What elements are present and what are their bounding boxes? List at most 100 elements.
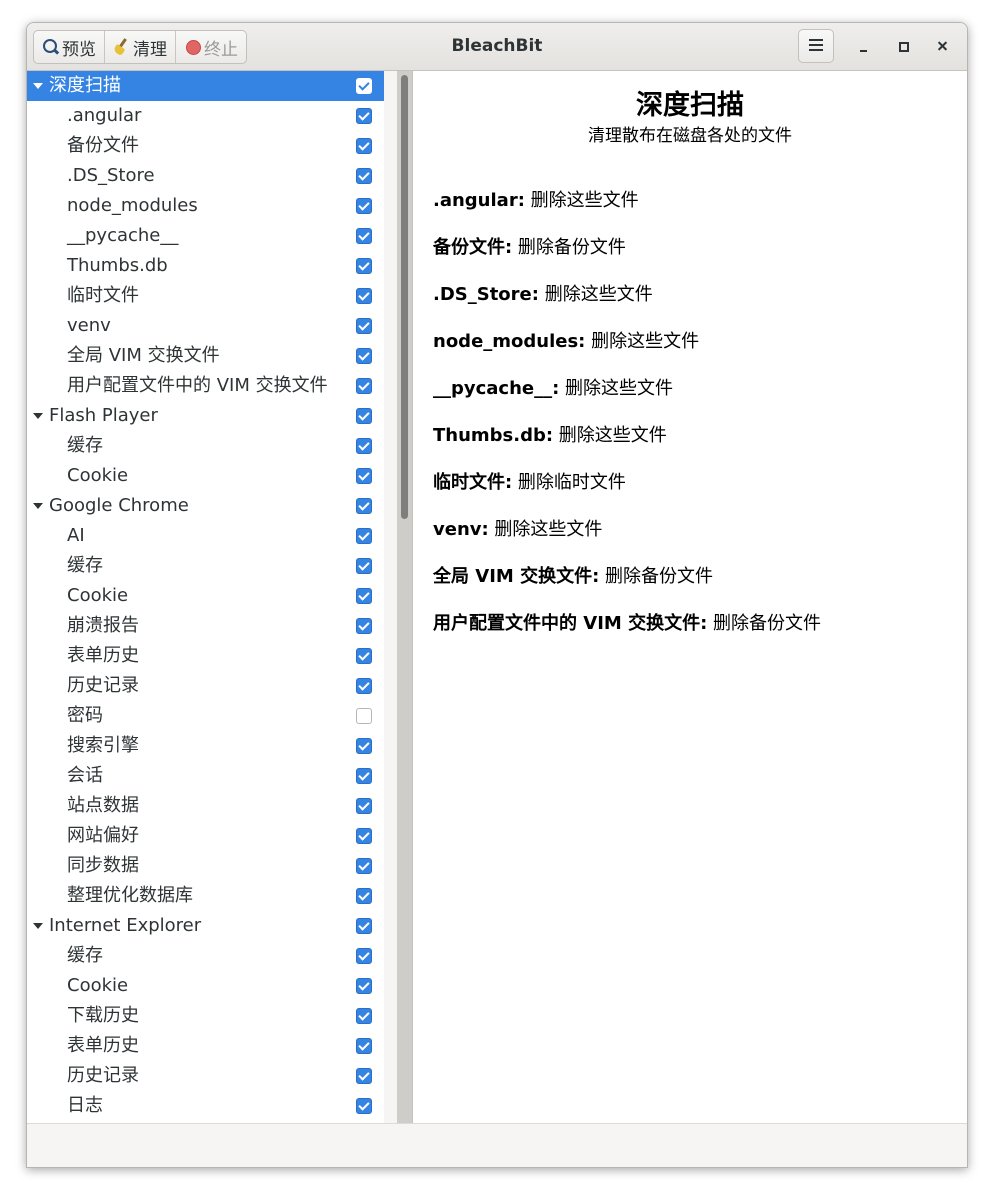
tree-option-row[interactable]: 密码 <box>27 701 384 731</box>
tree-row-checkbox[interactable] <box>356 828 372 844</box>
tree-row-checkbox[interactable] <box>356 138 372 154</box>
tree-row-checkbox[interactable] <box>356 408 372 424</box>
tree-option-row[interactable]: 表单历史 <box>27 641 384 671</box>
tree-row-checkbox[interactable] <box>356 108 372 124</box>
tree-row-checkbox[interactable] <box>356 558 372 574</box>
tree-option-row[interactable]: 同步数据 <box>27 851 384 881</box>
tree-scrollbar[interactable] <box>397 71 412 1123</box>
tree-row-checkbox[interactable] <box>356 738 372 754</box>
minimize-button[interactable] <box>850 33 876 59</box>
hamburger-icon <box>809 39 823 41</box>
tree-category-row[interactable]: Google Chrome <box>27 491 384 521</box>
tree-row-checkbox[interactable] <box>356 918 372 934</box>
tree-row-label: 同步数据 <box>67 855 139 876</box>
tree-row-checkbox[interactable] <box>356 528 372 544</box>
tree-option-row[interactable]: 整理优化数据库 <box>27 881 384 911</box>
tree-category-row[interactable]: Internet Explorer <box>27 911 384 941</box>
tree-row-checkbox[interactable] <box>356 198 372 214</box>
tree-option-row[interactable]: 备份文件 <box>27 131 384 161</box>
detail-item: 临时文件: 删除临时文件 <box>433 468 821 515</box>
menu-button[interactable] <box>798 29 834 63</box>
tree-option-row[interactable]: 历史记录 <box>27 1061 384 1091</box>
expander-triangle-icon[interactable] <box>33 503 43 509</box>
tree-option-row[interactable]: 用户配置文件中的 VIM 交换文件 <box>27 371 384 401</box>
tree-row-checkbox[interactable] <box>356 978 372 994</box>
detail-item-desc: 删除备份文件 <box>512 237 626 258</box>
tree-row-checkbox[interactable] <box>356 438 372 454</box>
tree-option-row[interactable]: Thumbs.db <box>27 251 384 281</box>
tree-option-row[interactable]: 缓存 <box>27 551 384 581</box>
tree-option-row[interactable]: 缓存 <box>27 431 384 461</box>
detail-item-desc: 删除这些文件 <box>553 425 667 446</box>
expander-triangle-icon[interactable] <box>33 413 43 419</box>
tree-row-checkbox[interactable] <box>356 288 372 304</box>
tree-option-row[interactable]: 临时文件 <box>27 281 384 311</box>
close-button[interactable] <box>930 33 956 59</box>
tree-category-row[interactable]: Flash Player <box>27 401 384 431</box>
tree-row-checkbox[interactable] <box>356 588 372 604</box>
tree-option-row[interactable]: 历史记录 <box>27 671 384 701</box>
tree-option-row[interactable]: 下载历史 <box>27 1001 384 1031</box>
scrollbar-thumb[interactable] <box>401 75 408 519</box>
tree-option-row[interactable]: 全局 VIM 交换文件 <box>27 341 384 371</box>
abort-button[interactable]: 终止 <box>176 31 246 63</box>
tree-option-row[interactable]: Cookie <box>27 461 384 491</box>
preview-button[interactable]: 预览 <box>34 31 105 63</box>
tree-row-checkbox[interactable] <box>356 798 372 814</box>
tree-category-row[interactable]: 深度扫描 <box>27 71 384 101</box>
tree-option-row[interactable]: 日志 <box>27 1091 384 1121</box>
tree-option-row[interactable]: 表单历史 <box>27 1031 384 1061</box>
tree-row-checkbox[interactable] <box>356 168 372 184</box>
tree-row-checkbox[interactable] <box>356 1068 372 1084</box>
tree-option-row[interactable]: .angular <box>27 101 384 131</box>
tree-row-checkbox[interactable] <box>356 948 372 964</box>
tree-row-checkbox[interactable] <box>356 678 372 694</box>
tree-row-checkbox[interactable] <box>356 1008 372 1024</box>
tree-option-row[interactable]: 缓存 <box>27 941 384 971</box>
tree-option-row[interactable]: Cookie <box>27 581 384 611</box>
tree-row-label: 表单历史 <box>67 645 139 666</box>
tree-row-label: Internet Explorer <box>49 915 202 936</box>
tree-row-checkbox[interactable] <box>356 318 372 334</box>
tree-row-checkbox[interactable] <box>356 498 372 514</box>
tree-row-checkbox[interactable] <box>356 1038 372 1054</box>
tree-option-row[interactable]: Cookie <box>27 971 384 1001</box>
tree-option-row[interactable]: 站点数据 <box>27 791 384 821</box>
tree-option-row[interactable]: 会话 <box>27 761 384 791</box>
tree-row-checkbox[interactable] <box>356 348 372 364</box>
tree-row-checkbox[interactable] <box>356 888 372 904</box>
tree-row-checkbox[interactable] <box>356 468 372 484</box>
tree-option-row[interactable]: venv <box>27 311 384 341</box>
tree-row-checkbox[interactable] <box>356 708 372 724</box>
tree-row-checkbox[interactable] <box>356 378 372 394</box>
toolbar: 预览 清理 终止 <box>33 30 247 64</box>
tree-row-label: 缓存 <box>67 555 103 576</box>
tree-row-label: Google Chrome <box>49 495 189 516</box>
tree-row-label: 历史记录 <box>67 675 139 696</box>
tree-option-row[interactable]: 网站偏好 <box>27 821 384 851</box>
pane-divider[interactable] <box>384 71 397 1123</box>
expander-triangle-icon[interactable] <box>33 83 43 89</box>
tree-option-row[interactable]: 崩溃报告 <box>27 611 384 641</box>
tree-row-checkbox[interactable] <box>356 258 372 274</box>
tree-row-label: Cookie <box>67 975 129 996</box>
tree-option-row[interactable]: 搜索引擎 <box>27 731 384 761</box>
tree-row-label: 表单历史 <box>67 1035 139 1056</box>
tree-row-checkbox[interactable] <box>356 648 372 664</box>
tree-row-checkbox[interactable] <box>356 228 372 244</box>
clean-button[interactable]: 清理 <box>105 31 176 63</box>
maximize-button[interactable] <box>890 33 916 59</box>
tree-row-checkbox[interactable] <box>356 1098 372 1114</box>
tree-option-row[interactable]: node_modules <box>27 191 384 221</box>
tree-row-checkbox[interactable] <box>356 78 372 94</box>
detail-item-name: .DS_Store: <box>433 284 539 305</box>
tree-option-row[interactable]: .DS_Store <box>27 161 384 191</box>
tree-option-row[interactable]: AI <box>27 521 384 551</box>
tree-row-label: .DS_Store <box>67 165 155 186</box>
expander-triangle-icon[interactable] <box>33 923 43 929</box>
tree-row-checkbox[interactable] <box>356 618 372 634</box>
tree-row-checkbox[interactable] <box>356 858 372 874</box>
tree-row-label: 下载历史 <box>67 1005 139 1026</box>
tree-row-checkbox[interactable] <box>356 768 372 784</box>
tree-option-row[interactable]: __pycache__ <box>27 221 384 251</box>
